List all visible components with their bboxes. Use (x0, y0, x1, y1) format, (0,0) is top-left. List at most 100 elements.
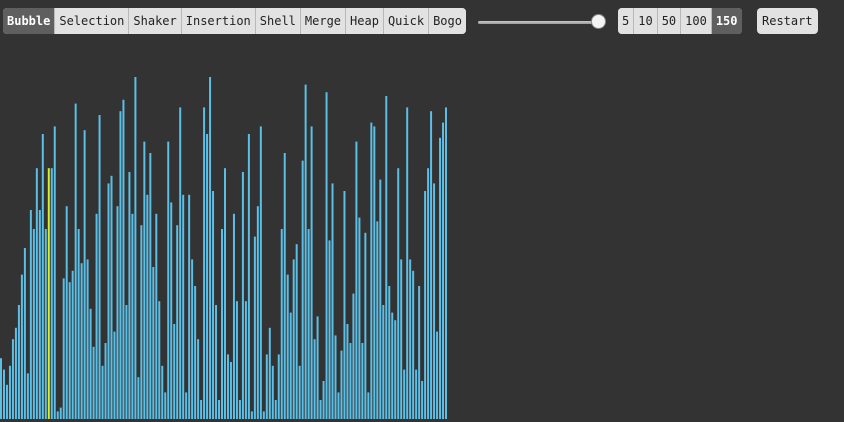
bar (409, 259, 412, 419)
bar (280, 229, 283, 419)
bar (274, 400, 277, 419)
slider-thumb[interactable] (591, 14, 606, 29)
bar (325, 92, 328, 419)
bar (35, 168, 38, 419)
bar (304, 84, 307, 419)
slider-track[interactable] (478, 21, 600, 24)
bar (307, 229, 310, 419)
bar (418, 286, 421, 419)
bar (155, 213, 158, 419)
bar (370, 122, 373, 419)
bar (212, 191, 215, 419)
bar (41, 134, 44, 419)
bar (439, 137, 442, 420)
bar (259, 126, 262, 420)
bar (241, 172, 244, 419)
size-button-5[interactable]: 5 (618, 8, 635, 34)
restart-button[interactable]: Restart (757, 8, 818, 34)
bar (253, 236, 256, 419)
bar (89, 308, 92, 419)
bar (277, 354, 280, 419)
bar (373, 126, 376, 420)
bar (298, 365, 301, 419)
bar (265, 354, 268, 419)
bar (379, 179, 382, 419)
bar (433, 183, 436, 419)
bar (167, 141, 170, 419)
bar (218, 400, 221, 419)
bar (343, 191, 346, 419)
bar (59, 407, 62, 419)
bar (295, 244, 298, 419)
bar (38, 210, 41, 419)
size-button-10[interactable]: 10 (634, 8, 658, 34)
bar (185, 392, 188, 419)
bar (170, 202, 173, 419)
bar (158, 301, 161, 419)
bar (188, 194, 191, 419)
bar (179, 107, 182, 420)
bar (86, 259, 89, 419)
bar (292, 259, 295, 419)
bar (328, 240, 331, 419)
bar (415, 369, 418, 419)
bar (331, 183, 334, 419)
bar (382, 305, 385, 419)
bar (436, 331, 439, 419)
bar (367, 392, 370, 419)
size-button-100[interactable]: 100 (681, 8, 712, 34)
bar (125, 305, 128, 419)
bar (376, 221, 379, 419)
bar (152, 267, 155, 419)
bar (442, 122, 445, 419)
bar (17, 305, 20, 419)
bar (361, 343, 364, 419)
bar (349, 343, 352, 419)
bar (421, 381, 424, 419)
bar (319, 400, 322, 419)
size-selector: 5 10 50 100 150 (618, 8, 742, 34)
bar (98, 115, 101, 419)
bar (110, 175, 113, 419)
bar (385, 96, 388, 419)
bar (430, 111, 433, 419)
bar (80, 263, 83, 419)
bar (221, 229, 223, 419)
bar (250, 411, 253, 419)
bar (397, 168, 400, 419)
bar (391, 312, 394, 419)
bar (310, 126, 313, 420)
bar (119, 111, 122, 419)
bar (104, 343, 107, 419)
bar (283, 153, 286, 419)
bar (215, 305, 218, 419)
bar (71, 270, 74, 419)
bar (232, 213, 235, 419)
bar (146, 194, 149, 419)
bar (256, 206, 259, 419)
bar (286, 274, 289, 419)
bar (107, 183, 110, 419)
bar (394, 320, 397, 419)
bar (352, 293, 355, 419)
bar (427, 168, 430, 419)
bar (0, 358, 2, 419)
bar (313, 339, 316, 419)
speed-slider[interactable] (478, 14, 606, 30)
bar (322, 381, 325, 419)
bar (191, 259, 194, 419)
bar (47, 168, 50, 419)
bar (388, 286, 391, 419)
size-button-150[interactable]: 150 (711, 8, 742, 34)
bar (203, 107, 206, 420)
bar (406, 107, 409, 420)
bar (161, 365, 164, 419)
bar (209, 77, 212, 419)
bar (194, 286, 197, 419)
bar (262, 411, 265, 419)
size-button-50[interactable]: 50 (657, 8, 682, 34)
bar (134, 77, 137, 419)
bar (122, 99, 125, 420)
bar (20, 274, 23, 419)
bar (83, 130, 86, 419)
